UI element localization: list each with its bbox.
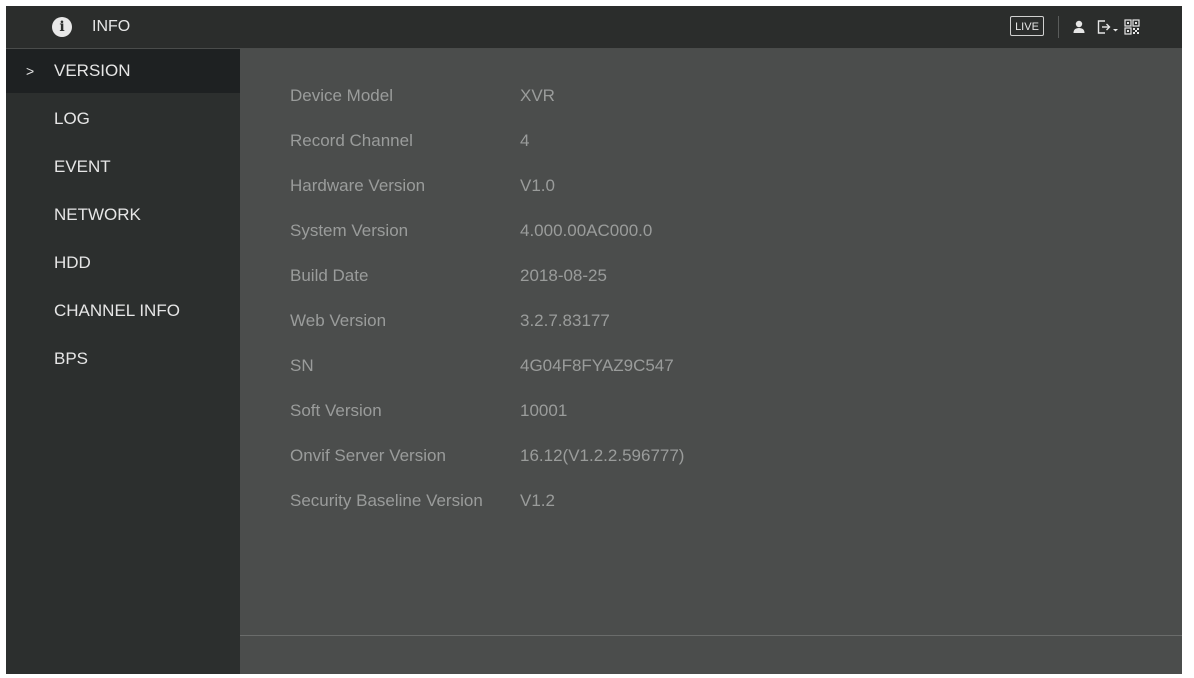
app-window: i INFO LIVE > VERSION LOG EVENT NETWORK …	[6, 6, 1182, 674]
sidebar-item-label: NETWORK	[54, 205, 141, 224]
info-row-sn: SN 4G04F8FYAZ9C547	[290, 351, 1150, 381]
info-row-onvif-server-version: Onvif Server Version 16.12(V1.2.2.596777…	[290, 441, 1150, 471]
title-bar: i INFO LIVE	[6, 6, 1182, 49]
info-label: Soft Version	[290, 401, 382, 420]
info-value: 4	[520, 131, 530, 150]
info-label: Security Baseline Version	[290, 491, 483, 510]
info-label: SN	[290, 356, 314, 375]
info-label: Record Channel	[290, 131, 413, 150]
sidebar-item-label: HDD	[54, 253, 91, 272]
sidebar-item-label: CHANNEL INFO	[54, 301, 180, 320]
info-value: V1.0	[520, 176, 555, 195]
sidebar-item-label: VERSION	[54, 61, 131, 80]
user-icon[interactable]	[1072, 17, 1086, 37]
info-value: 4G04F8FYAZ9C547	[520, 356, 674, 375]
info-value: 2018-08-25	[520, 266, 607, 285]
info-row-record-channel: Record Channel 4	[290, 126, 1150, 156]
info-label: Build Date	[290, 266, 369, 285]
chevron-right-icon: >	[26, 63, 35, 79]
sidebar-item-network[interactable]: NETWORK	[6, 193, 240, 237]
page-title: INFO	[92, 18, 131, 35]
info-row-security-baseline-version: Security Baseline Version V1.2	[290, 486, 1150, 516]
info-row-hardware-version: Hardware Version V1.0	[290, 171, 1150, 201]
info-row-device-model: Device Model XVR	[290, 81, 1150, 111]
info-label: Device Model	[290, 86, 393, 105]
sidebar-item-channel-info[interactable]: CHANNEL INFO	[6, 289, 240, 333]
sidebar-item-label: BPS	[54, 349, 89, 368]
info-value: V1.2	[520, 491, 555, 510]
info-label: Onvif Server Version	[290, 446, 446, 465]
qr-code-icon[interactable]	[1124, 17, 1140, 37]
info-row-web-version: Web Version 3.2.7.83177	[290, 306, 1150, 336]
live-button[interactable]: LIVE	[1010, 16, 1044, 36]
sidebar-item-event[interactable]: EVENT	[6, 145, 240, 189]
info-row-soft-version: Soft Version 10001	[290, 396, 1150, 426]
info-icon: i	[52, 17, 72, 37]
info-label: Hardware Version	[290, 176, 426, 195]
info-label: Web Version	[290, 311, 387, 330]
sidebar-item-version[interactable]: > VERSION	[6, 49, 240, 93]
info-value: 10001	[520, 401, 568, 420]
info-value: 16.12(V1.2.2.596777)	[520, 446, 685, 465]
sidebar-item-hdd[interactable]: HDD	[6, 241, 240, 285]
logout-icon[interactable]	[1096, 17, 1120, 37]
sidebar-item-label: EVENT	[54, 157, 111, 176]
version-panel: Device Model XVR Record Channel 4 Hardwa…	[240, 49, 1182, 674]
sidebar: > VERSION LOG EVENT NETWORK HDD CHANNEL …	[6, 49, 240, 674]
sidebar-item-label: LOG	[54, 109, 90, 128]
sidebar-item-bps[interactable]: BPS	[6, 337, 240, 381]
info-value: 3.2.7.83177	[520, 311, 610, 330]
info-row-system-version: System Version 4.000.00AC000.0	[290, 216, 1150, 246]
info-row-build-date: Build Date 2018-08-25	[290, 261, 1150, 291]
footer-divider	[240, 635, 1182, 636]
sidebar-item-log[interactable]: LOG	[6, 97, 240, 141]
header-divider	[1058, 16, 1059, 38]
info-label: System Version	[290, 221, 409, 240]
info-value: 4.000.00AC000.0	[520, 221, 653, 240]
info-value: XVR	[520, 86, 555, 105]
